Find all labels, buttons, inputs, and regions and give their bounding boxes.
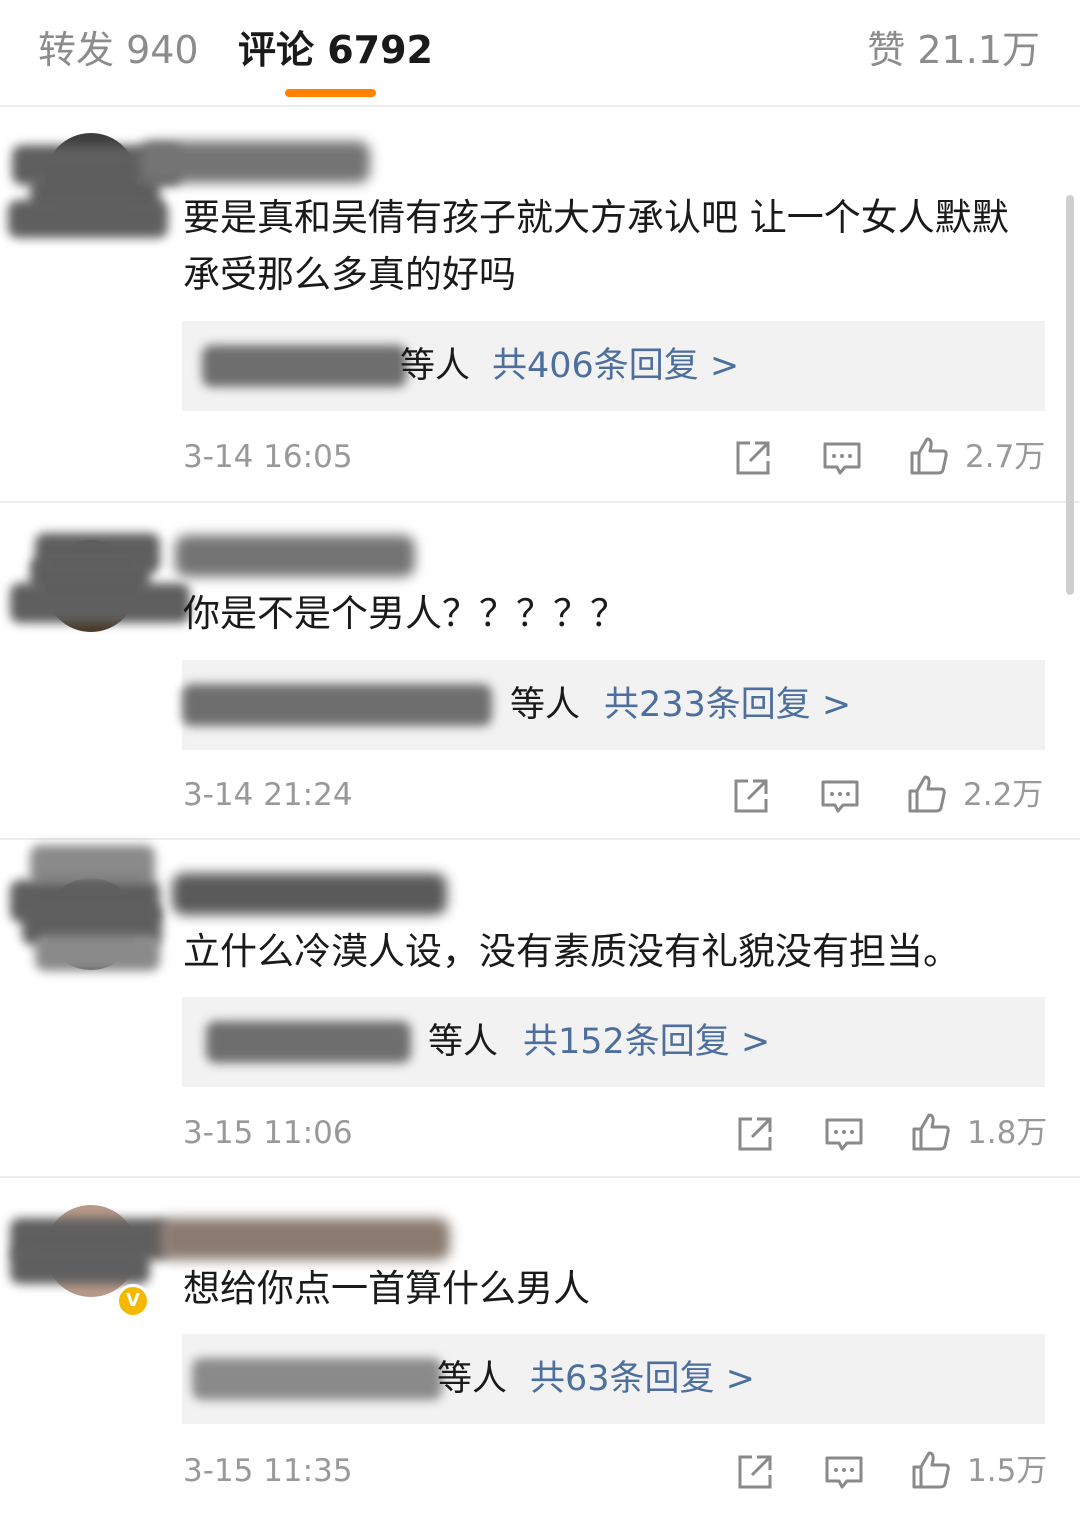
scrollbar[interactable] xyxy=(1066,195,1074,595)
comment-tabs: 转发 940 评论 6792 赞 21.1万 xyxy=(0,0,1080,107)
like-count: 1.8万 xyxy=(967,1115,1048,1151)
username-redacted[interactable] xyxy=(160,1218,450,1260)
comment-text: 想给你点一首算什么男人 xyxy=(183,1267,590,1310)
share-icon[interactable] xyxy=(735,1452,775,1492)
thumbs-up-icon[interactable] xyxy=(911,1112,951,1152)
reply-preview[interactable]: 等人 共406条回复 > xyxy=(182,321,1045,411)
view-replies-link[interactable]: 共406条回复 > xyxy=(492,341,739,391)
username-redacted[interactable] xyxy=(172,873,447,915)
share-icon[interactable] xyxy=(731,776,771,816)
thumbs-up-icon[interactable] xyxy=(909,436,949,476)
comment-item: V 想给你点一首算什么男人 等人 共63条回复 > 3-15 11:35 1.5… xyxy=(0,1178,1080,1515)
tab-comments[interactable]: 评论 6792 xyxy=(238,26,433,74)
reply-suffix: 等人 xyxy=(400,346,471,386)
tab-likes[interactable]: 赞 21.1万 xyxy=(867,26,1040,74)
reply-preview[interactable]: 等人 共233条回复 > xyxy=(182,660,1045,750)
comment-timestamp: 3-14 16:05 xyxy=(183,439,353,475)
like-count: 1.5万 xyxy=(967,1453,1048,1489)
avatar-redaction xyxy=(35,935,160,971)
reply-suffix: 等人 xyxy=(437,1359,508,1399)
reply-preview[interactable]: 等人 共63条回复 > xyxy=(182,1334,1045,1424)
avatar-redaction xyxy=(10,583,190,623)
comment-item: 要是真和吴倩有孩子就大方承认吧 让一个女人默默承受那么多真的好吗 等人 共406… xyxy=(0,105,1080,502)
comment-icon[interactable] xyxy=(822,438,862,478)
share-icon[interactable] xyxy=(735,1114,775,1154)
reply-suffix: 等人 xyxy=(428,1022,499,1062)
comment-icon[interactable] xyxy=(820,776,860,816)
comment-text: 立什么冷漠人设，没有素质没有礼貌没有担当。 xyxy=(183,930,960,973)
comment-icon[interactable] xyxy=(824,1114,864,1154)
tab-reposts[interactable]: 转发 940 xyxy=(38,26,199,74)
view-replies-link[interactable]: 共152条回复 > xyxy=(523,1017,770,1067)
thumbs-up-icon[interactable] xyxy=(907,774,947,814)
avatar-redaction xyxy=(10,1248,150,1284)
reply-usernames-redacted xyxy=(192,1358,442,1400)
comment-item: 你是不是个男人？？？？？ 等人 共233条回复 > 3-14 21:24 2.2… xyxy=(0,503,1080,839)
comment-timestamp: 3-15 11:35 xyxy=(183,1453,353,1489)
comment-text: 你是不是个男人？？？？？ xyxy=(183,592,627,635)
comment-text: 要是真和吴倩有孩子就大方承认吧 让一个女人默默承受那么多真的好吗 xyxy=(183,196,1009,296)
verified-badge-icon: V xyxy=(116,1284,150,1318)
reply-suffix: 等人 xyxy=(510,685,581,725)
view-replies-link[interactable]: 共63条回复 > xyxy=(530,1354,755,1404)
reply-usernames-redacted xyxy=(182,684,492,726)
avatar-redaction xyxy=(30,845,155,885)
share-icon[interactable] xyxy=(733,438,773,478)
thumbs-up-icon[interactable] xyxy=(911,1450,951,1490)
reply-usernames-redacted xyxy=(206,1021,411,1063)
like-count: 2.7万 xyxy=(965,439,1046,475)
comment-item: 立什么冷漠人设，没有素质没有礼貌没有担当。 等人 共152条回复 > 3-15 … xyxy=(0,840,1080,1177)
view-replies-link[interactable]: 共233条回复 > xyxy=(604,680,851,730)
reply-usernames-redacted xyxy=(202,345,407,387)
active-tab-indicator xyxy=(285,89,376,97)
comment-timestamp: 3-14 21:24 xyxy=(183,777,353,813)
avatar-redaction xyxy=(8,200,168,238)
reply-preview[interactable]: 等人 共152条回复 > xyxy=(182,997,1045,1087)
like-count: 2.2万 xyxy=(963,777,1044,813)
comment-timestamp: 3-15 11:06 xyxy=(183,1115,353,1151)
username-redacted[interactable] xyxy=(175,535,415,577)
username-redacted[interactable] xyxy=(140,141,370,183)
comment-icon[interactable] xyxy=(824,1452,864,1492)
